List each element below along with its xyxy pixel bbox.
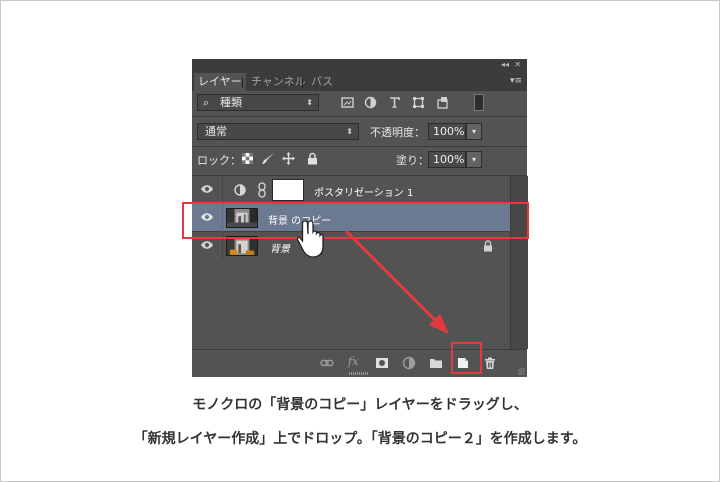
pixel-filter-icon[interactable] [341, 96, 354, 109]
eye-icon[interactable] [200, 240, 214, 250]
close-icon[interactable]: ✕ [514, 60, 521, 69]
caption-line-2: 「新規レイヤー作成」上でドロップ。「背景のコピー２」を作成します。 [133, 431, 587, 447]
type-filter-icon[interactable] [388, 96, 401, 109]
lock-paint-brush-icon[interactable] [261, 152, 275, 165]
layer-thumbnail-color[interactable] [226, 236, 258, 256]
link-icon[interactable] [320, 356, 334, 370]
panel-tabs: レイヤー チャンネル パス ▾≡ [192, 73, 527, 91]
smart-object-filter-icon[interactable] [436, 96, 449, 109]
layer-name[interactable]: 背景 [270, 240, 290, 255]
resize-grip[interactable] [349, 372, 369, 375]
trash-icon[interactable] [483, 356, 497, 370]
layer-mask-thumbnail[interactable] [272, 179, 304, 201]
chevron-updown-icon: ⬍ [306, 98, 313, 107]
opacity-field[interactable]: 100% [428, 123, 466, 140]
lock-all-icon[interactable] [307, 152, 318, 165]
tab-paths[interactable]: パス [307, 73, 337, 91]
lock-transparent-icon[interactable] [242, 153, 253, 164]
panel-menu-icon[interactable]: ▾≡ [510, 76, 522, 86]
search-icon: ⌕ [203, 96, 210, 109]
filter-kind-label: 種類 [220, 96, 242, 109]
adjustment-layer-icon [234, 184, 246, 196]
tab-layers[interactable]: レイヤー [194, 73, 246, 91]
divider [192, 116, 527, 117]
tab-channels[interactable]: チャンネル [247, 73, 310, 91]
layer-row-posterize[interactable]: ポスタリゼーション 1 [192, 176, 510, 204]
lock-icon [484, 240, 492, 252]
highlight-selected-layer [182, 202, 529, 239]
blend-mode-select[interactable]: 通常 ⬍ [197, 123, 359, 140]
panel-title-strip: ◂◂ ✕ [192, 59, 527, 73]
opacity-label: 不透明度： [370, 126, 425, 139]
opacity-dropdown-button[interactable]: ▾ [466, 123, 482, 140]
hand-cursor-icon [296, 220, 324, 258]
layer-name[interactable]: ポスタリゼーション 1 [314, 184, 413, 199]
fx-icon[interactable]: fx [348, 355, 358, 368]
filter-toggle-switch[interactable] [474, 94, 484, 111]
fill-label: 塗り： [396, 154, 429, 167]
mask-icon[interactable] [375, 356, 389, 370]
chevron-updown-icon: ⬍ [346, 127, 353, 136]
link-chain-icon[interactable] [258, 182, 266, 198]
fill-dropdown-button[interactable]: ▾ [466, 151, 482, 168]
lock-label: ロック： [197, 154, 241, 167]
eye-icon[interactable] [200, 184, 214, 194]
tab-separator [302, 77, 303, 88]
shape-filter-icon[interactable] [412, 96, 425, 109]
filter-kind-select[interactable]: ⌕ 種類 ⬍ [197, 94, 319, 111]
folder-icon[interactable] [429, 356, 443, 370]
tab-separator [242, 77, 243, 88]
caption-line-1: モノクロの「背景のコピー」レイヤーをドラッグし、 [192, 397, 528, 413]
corner-resize-grip[interactable] [518, 368, 525, 375]
collapse-icon[interactable]: ◂◂ [501, 60, 509, 69]
fill-field[interactable]: 100% [428, 151, 466, 168]
adjustment-filter-icon[interactable] [364, 96, 377, 109]
adjustment-icon[interactable] [402, 356, 416, 370]
blend-mode-value: 通常 [205, 125, 227, 138]
divider [192, 146, 527, 147]
column-divider [222, 176, 223, 204]
lock-move-icon[interactable] [282, 152, 295, 165]
highlight-new-layer-button [451, 342, 482, 374]
